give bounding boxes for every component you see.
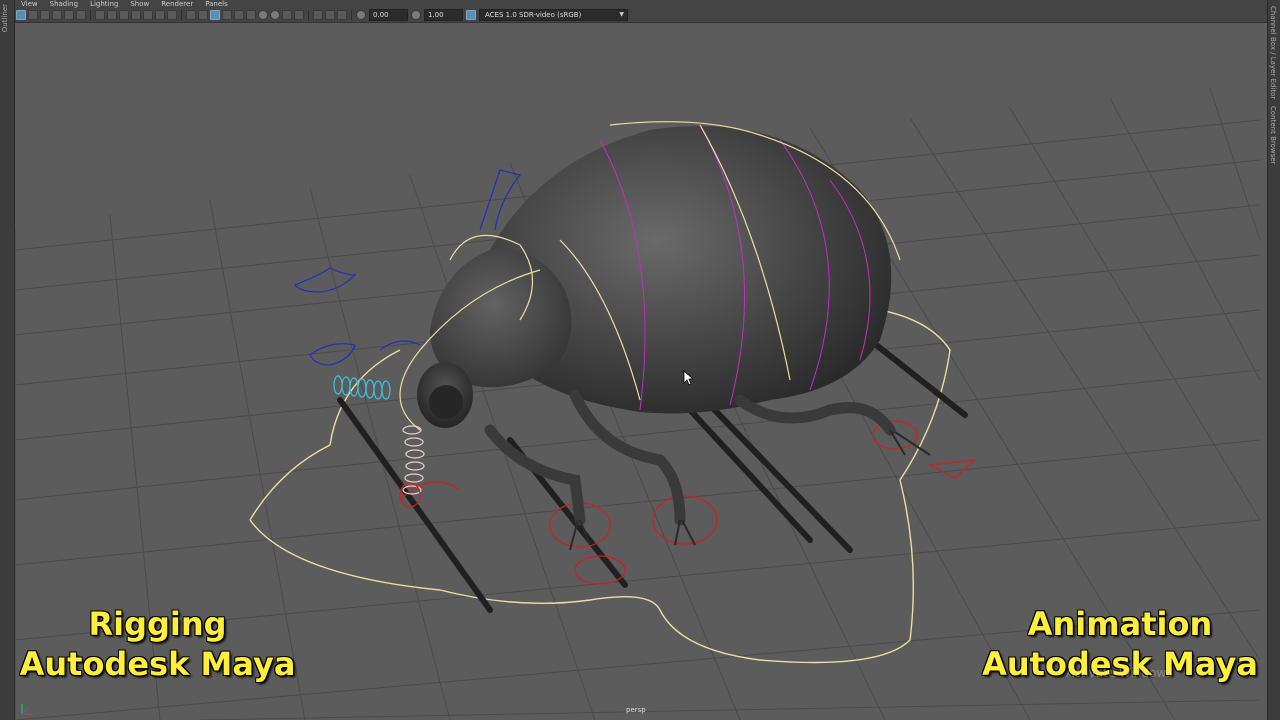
outliner-tab-label: Outliner	[1, 4, 9, 33]
view-axis-icon	[21, 704, 32, 715]
wireframe-on-shaded-icon[interactable]	[210, 10, 220, 20]
xray-icon[interactable]	[325, 10, 335, 20]
menu-panels[interactable]: Panels	[199, 0, 234, 8]
safe-title-icon[interactable]	[167, 10, 177, 20]
grease-pencil-icon[interactable]	[76, 10, 86, 20]
select-camera-icon[interactable]	[16, 10, 26, 20]
menu-renderer[interactable]: Renderer	[155, 0, 199, 8]
color-management-dropdown[interactable]: ACES 1.0 SDR-video (sRGB) ▼	[479, 9, 628, 21]
safe-action-icon[interactable]	[155, 10, 165, 20]
smooth-shade-icon[interactable]	[198, 10, 208, 20]
image-plane-icon[interactable]	[52, 10, 62, 20]
rigging-caption-line2: Autodesk Maya	[19, 645, 296, 683]
2d-pan-zoom-icon[interactable]	[64, 10, 74, 20]
resolution-gate-icon[interactable]	[119, 10, 129, 20]
gamma-field[interactable]: 1.00	[424, 9, 463, 21]
depth-of-field-icon[interactable]	[294, 10, 304, 20]
camera-name-label: persp	[626, 706, 646, 714]
menu-show[interactable]: Show	[124, 0, 155, 8]
content-browser-tab[interactable]: Content Browser	[1269, 106, 1277, 164]
menu-lighting[interactable]: Lighting	[84, 0, 124, 8]
chevron-down-icon: ▼	[619, 11, 624, 18]
camera-attributes-icon[interactable]	[28, 10, 38, 20]
rigging-caption: Rigging Autodesk Maya	[0, 604, 315, 684]
viewport-menu-bar: View Shading Lighting Show Renderer Pane…	[15, 0, 1267, 8]
panel-toolbar: 0.00 1.00 ACES 1.0 SDR-video (sRGB) ▼	[15, 8, 1267, 23]
field-chart-icon[interactable]	[143, 10, 153, 20]
xray-joints-icon[interactable]	[337, 10, 347, 20]
ambient-occlusion-icon[interactable]	[258, 10, 268, 20]
activation-watermark: Activate Windows	[1066, 666, 1173, 680]
anti-aliasing-icon[interactable]	[282, 10, 292, 20]
menu-view[interactable]: View	[15, 0, 44, 8]
use-all-lights-icon[interactable]	[234, 10, 244, 20]
grid-icon[interactable]	[95, 10, 105, 20]
textured-icon[interactable]	[222, 10, 232, 20]
menu-shading[interactable]: Shading	[44, 0, 84, 8]
gamma-icon[interactable]	[411, 10, 421, 20]
isolate-select-icon[interactable]	[313, 10, 323, 20]
bookmark-icon[interactable]	[40, 10, 50, 20]
animation-caption-line1: Animation	[1027, 605, 1213, 643]
motion-blur-icon[interactable]	[270, 10, 280, 20]
rigging-caption-line1: Rigging	[88, 605, 227, 643]
mouse-cursor-icon	[683, 370, 693, 386]
exposure-icon[interactable]	[356, 10, 366, 20]
color-management-value: ACES 1.0 SDR-video (sRGB)	[485, 11, 582, 19]
shadows-icon[interactable]	[246, 10, 256, 20]
channel-box-tab[interactable]: Channel Box / Layer Editor	[1269, 6, 1277, 99]
gate-mask-icon[interactable]	[131, 10, 141, 20]
film-gate-icon[interactable]	[107, 10, 117, 20]
wireframe-icon[interactable]	[186, 10, 196, 20]
exposure-field[interactable]: 0.00	[369, 9, 408, 21]
color-management-icon[interactable]	[466, 10, 476, 20]
